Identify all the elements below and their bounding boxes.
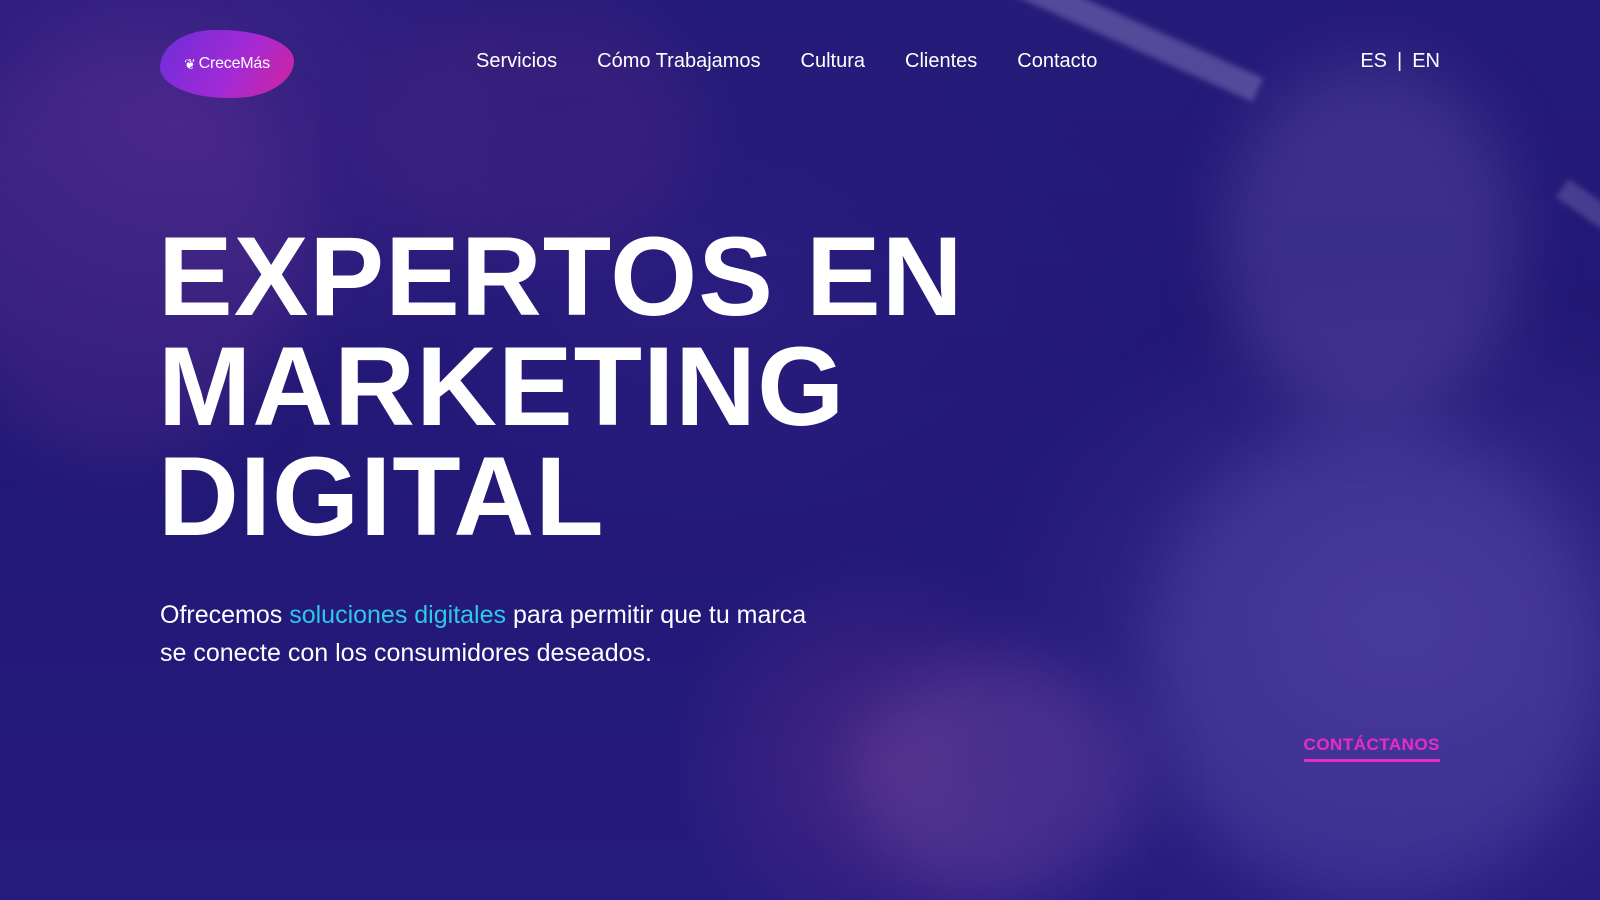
nav-servicios[interactable]: Servicios	[476, 50, 557, 73]
hero-headline: EXPERTOS EN MARKETING DIGITAL	[158, 214, 964, 559]
main-nav: Servicios Cómo Trabajamos Cultura Client…	[476, 50, 1097, 73]
nav-clientes[interactable]: Clientes	[905, 50, 977, 73]
lang-separator: |	[1397, 50, 1403, 72]
language-switcher: ES | EN	[1360, 50, 1440, 73]
hero-section: ❦ CreceMás Servicios Cómo Trabajamos Cul…	[0, 0, 1600, 900]
brand-logo[interactable]: ❦ CreceMás	[160, 30, 294, 98]
lang-es[interactable]: ES	[1360, 50, 1387, 73]
nav-cultura[interactable]: Cultura	[801, 50, 865, 73]
nav-contacto[interactable]: Contacto	[1017, 50, 1097, 73]
nav-como-trabajamos[interactable]: Cómo Trabajamos	[597, 50, 760, 73]
subtext-highlight: soluciones digitales	[289, 601, 506, 629]
lang-en[interactable]: EN	[1412, 50, 1440, 73]
sprout-icon: ❦	[184, 55, 196, 72]
logo-text: CreceMás	[198, 55, 271, 72]
headline-line-1: EXPERTOS EN	[158, 214, 964, 339]
headline-line-3: DIGITAL	[158, 434, 605, 559]
subtext-intro: Ofrecemos	[160, 601, 290, 629]
hero-subtext: Ofrecemos soluciones digitales para perm…	[160, 596, 820, 672]
headline-line-2: MARKETING	[158, 324, 846, 449]
contact-cta-link[interactable]: CONTÁCTANOS	[1303, 735, 1440, 762]
